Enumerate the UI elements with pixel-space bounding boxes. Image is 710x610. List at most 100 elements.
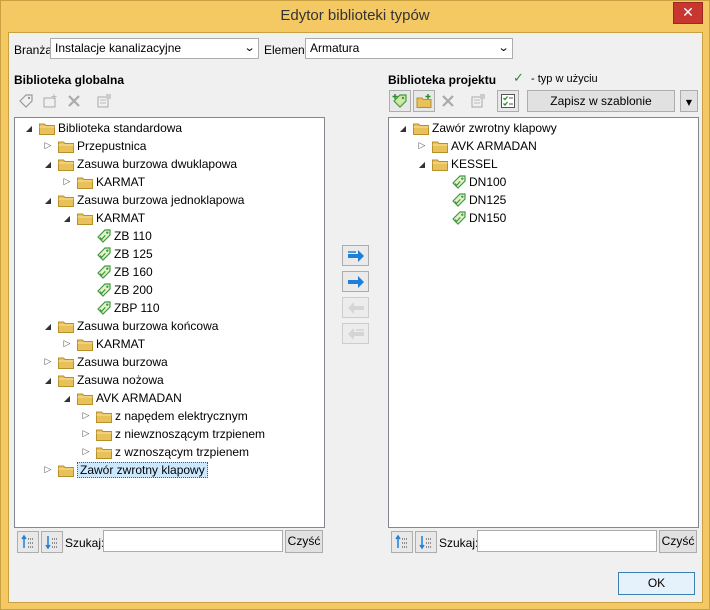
tree-node[interactable]: ▷ Zawór zwrotny klapowy: [42, 461, 208, 479]
window-title: Edytor biblioteki typów: [280, 7, 430, 24]
expanded-arrow-icon[interactable]: ◢: [23, 124, 35, 133]
tree-node[interactable]: ▷ AVK ARMADAN: [416, 137, 537, 155]
tree-node[interactable]: ZB 110: [80, 227, 152, 245]
project-expand-all-button[interactable]: [391, 531, 413, 553]
collapsed-arrow-icon[interactable]: ▷: [42, 465, 54, 475]
project-clear-button[interactable]: Czyść: [659, 530, 697, 553]
tree-node[interactable]: ZB 200: [80, 281, 153, 299]
global-expand-all-button[interactable]: [17, 531, 39, 553]
global-library-tree[interactable]: ◢ Biblioteka standardowa ▷ Przepustnica ◢ Zas…: [14, 117, 325, 528]
tree-node[interactable]: DN150: [435, 209, 506, 227]
tree-node-label: KARMAT: [96, 175, 146, 189]
tree-node[interactable]: ZB 160: [80, 263, 153, 281]
arrow-right-icon: [347, 275, 364, 288]
collapsed-arrow-icon[interactable]: ▷: [80, 429, 92, 439]
global-properties-button[interactable]: [93, 90, 115, 112]
folder-icon: [58, 194, 74, 207]
tree-node[interactable]: ZBP 110: [80, 299, 160, 317]
folder-icon: [413, 122, 429, 135]
remove-from-project-button[interactable]: [342, 297, 369, 318]
branch-select-value: Instalacje kanalizacyjne: [55, 41, 182, 55]
project-library-tree[interactable]: ◢ Zawór zwrotny klapowy ▷ AVK ARMADAN ◢ KESSE…: [388, 117, 699, 528]
global-new-item-button[interactable]: [39, 90, 61, 112]
tree-node[interactable]: ▷ z wznoszącym trzpienem: [80, 443, 250, 461]
expanded-arrow-icon[interactable]: ◢: [61, 394, 73, 403]
folder-add-icon: [416, 94, 432, 108]
global-new-type-button[interactable]: [15, 90, 37, 112]
project-in-use-button[interactable]: [497, 90, 519, 112]
add-to-project-button[interactable]: [342, 245, 369, 266]
expanded-arrow-icon[interactable]: ◢: [397, 124, 409, 133]
expanded-arrow-icon[interactable]: ◢: [416, 160, 428, 169]
project-delete-button[interactable]: [437, 90, 459, 112]
folder-icon: [96, 428, 112, 441]
tree-node[interactable]: DN125: [435, 191, 506, 209]
collapsed-arrow-icon[interactable]: ▷: [80, 411, 92, 421]
tag-icon: [96, 282, 112, 298]
tree-node[interactable]: ◢ Zasuwa burzowa dwuklapowa: [42, 155, 237, 173]
tree-node-label: AVK ARMADAN: [96, 391, 182, 405]
tree-node[interactable]: ▷ z niewznoszącym trzpienem: [80, 425, 266, 443]
expanded-arrow-icon[interactable]: ◢: [42, 322, 54, 331]
expanded-arrow-icon[interactable]: ◢: [42, 376, 54, 385]
tree-node[interactable]: ▷ z napędem elektrycznym: [80, 407, 248, 425]
project-collapse-all-button[interactable]: [415, 531, 437, 553]
project-properties-button[interactable]: [467, 90, 489, 112]
add-selected-to-project-button[interactable]: [342, 271, 369, 292]
project-new-type-button[interactable]: [389, 90, 411, 112]
ok-button[interactable]: OK: [618, 572, 695, 595]
folder-icon: [96, 410, 112, 423]
collapsed-arrow-icon[interactable]: ▷: [61, 177, 73, 187]
save-template-dropdown[interactable]: ▼: [680, 90, 698, 112]
global-search-input[interactable]: [103, 530, 283, 552]
properties-icon: [471, 94, 485, 108]
element-select[interactable]: Armatura ⌄: [305, 38, 513, 59]
expanded-arrow-icon[interactable]: ◢: [42, 196, 54, 205]
element-label: Element: [264, 43, 309, 57]
tree-node[interactable]: ◢ Zawór zwrotny klapowy: [397, 119, 557, 137]
project-search-input[interactable]: [477, 530, 657, 552]
new-item-icon: [43, 94, 57, 108]
chevron-down-icon: ⌄: [243, 41, 256, 54]
collapsed-arrow-icon[interactable]: ▷: [416, 141, 428, 151]
tree-node-label: KARMAT: [96, 211, 146, 225]
tree-node[interactable]: ▷ Zasuwa burzowa: [42, 353, 168, 371]
remove-all-from-project-button[interactable]: [342, 323, 369, 344]
tree-node-label: Zawór zwrotny klapowy: [77, 462, 208, 478]
tree-node[interactable]: ◢ Biblioteka standardowa: [23, 119, 182, 137]
collapsed-arrow-icon[interactable]: ▷: [61, 339, 73, 349]
tree-node[interactable]: ▷ KARMAT: [61, 173, 146, 191]
tree-node[interactable]: ▷ KARMAT: [61, 335, 146, 353]
project-new-folder-button[interactable]: [413, 90, 435, 112]
arrow-right-double-icon: [347, 249, 364, 262]
global-library-title: Biblioteka globalna: [14, 73, 125, 87]
global-collapse-all-button[interactable]: [41, 531, 63, 553]
tree-node[interactable]: ◢ KARMAT: [61, 209, 145, 227]
title-bar[interactable]: Edytor biblioteki typów ✕: [1, 1, 709, 33]
branch-select[interactable]: Instalacje kanalizacyjne ⌄: [50, 38, 259, 59]
folder-icon: [58, 320, 74, 333]
expanded-arrow-icon[interactable]: ◢: [61, 214, 73, 223]
tree-node[interactable]: ZB 125: [80, 245, 153, 263]
sort-collapse-icon: [419, 536, 432, 550]
global-clear-button[interactable]: Czyść: [285, 530, 323, 553]
tree-node[interactable]: ◢ Zasuwa burzowa końcowa: [42, 317, 218, 335]
tag-add-icon: [19, 94, 33, 108]
expanded-arrow-icon[interactable]: ◢: [42, 160, 54, 169]
tag-icon: [451, 174, 467, 190]
collapsed-arrow-icon[interactable]: ▷: [42, 141, 54, 151]
close-button[interactable]: ✕: [673, 2, 703, 24]
close-icon: ✕: [682, 5, 694, 21]
global-delete-button[interactable]: [63, 90, 85, 112]
tree-node[interactable]: DN100: [435, 173, 506, 191]
tree-node[interactable]: ◢ KESSEL: [416, 155, 498, 173]
tree-node[interactable]: ◢ Zasuwa nożowa: [42, 371, 164, 389]
tree-node-label: Biblioteka standardowa: [58, 121, 183, 135]
tree-node[interactable]: ◢ AVK ARMADAN: [61, 389, 182, 407]
collapsed-arrow-icon[interactable]: ▷: [80, 447, 92, 457]
collapsed-arrow-icon[interactable]: ▷: [42, 357, 54, 367]
folder-icon: [58, 374, 74, 387]
tree-node[interactable]: ◢ Zasuwa burzowa jednoklapowa: [42, 191, 245, 209]
save-template-button[interactable]: Zapisz w szablonie: [527, 90, 675, 112]
tree-node[interactable]: ▷ Przepustnica: [42, 137, 147, 155]
